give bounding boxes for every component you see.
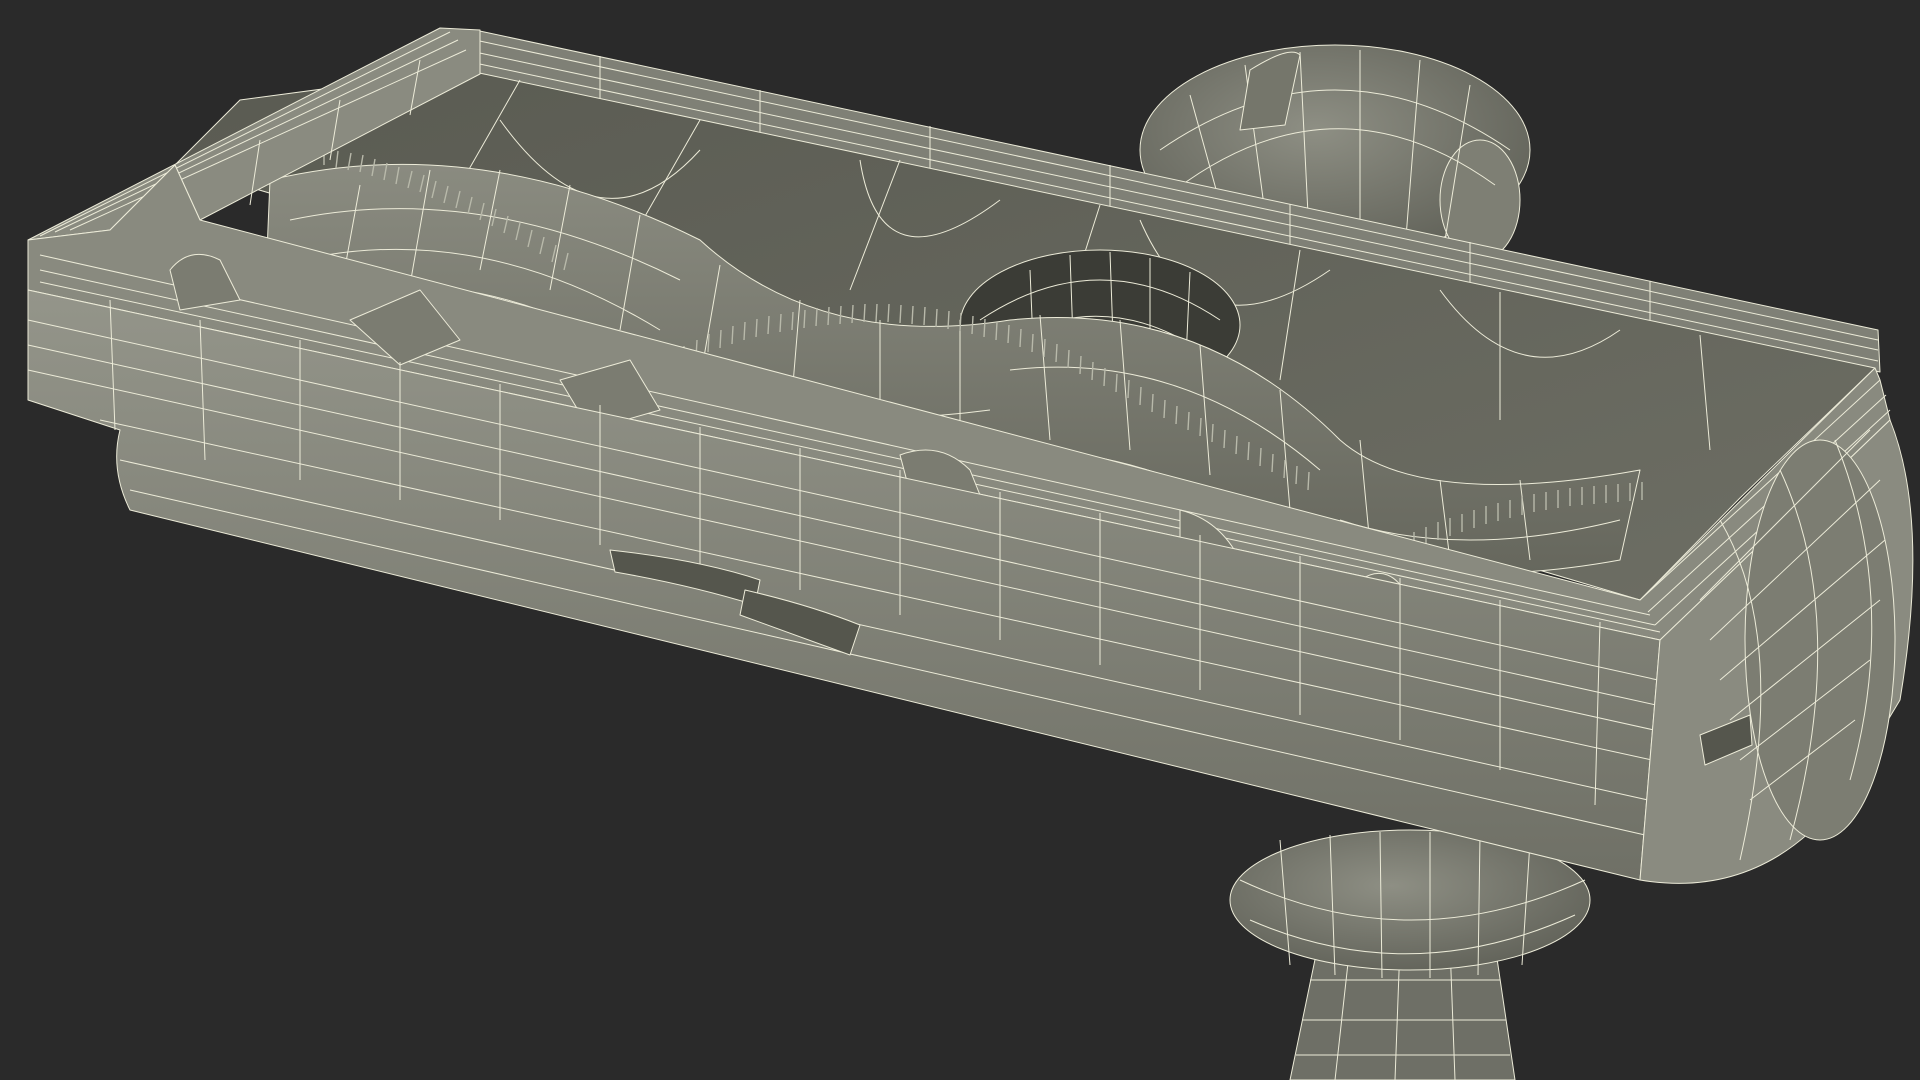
wireframe-model: [27, 27, 1914, 1080]
render-viewport: [0, 0, 1920, 1080]
